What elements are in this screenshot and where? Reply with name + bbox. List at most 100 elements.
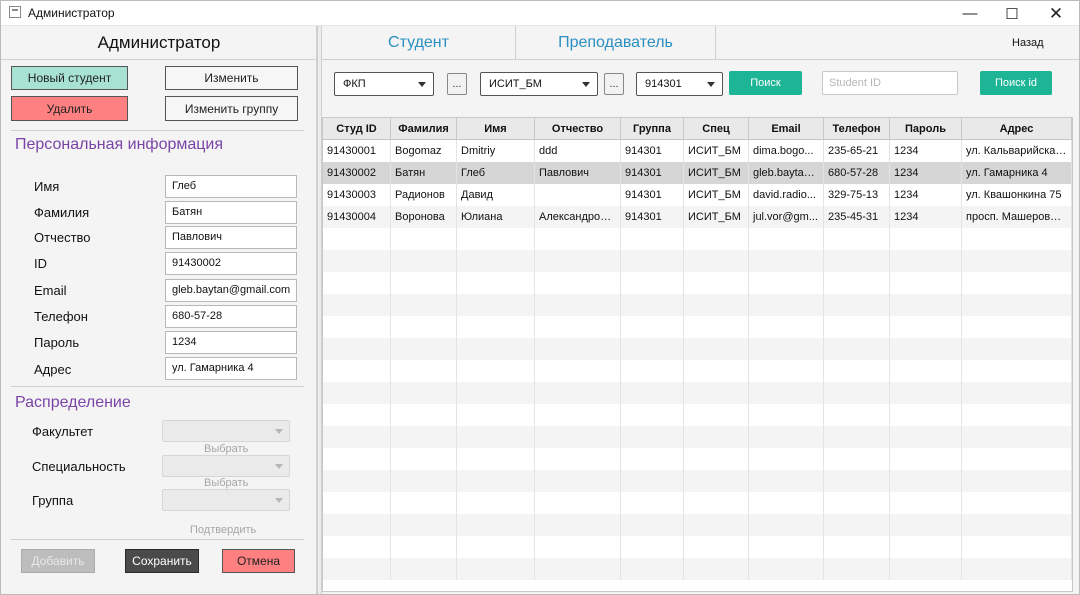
table-cell-last-name: Bogomaz <box>391 140 457 162</box>
chevron-down-icon <box>275 464 283 469</box>
table-cell-stud-id <box>323 294 391 316</box>
table-cell-last-name <box>391 558 457 580</box>
first-name-field[interactable]: Глеб <box>165 175 297 198</box>
search-button[interactable]: Поиск <box>729 71 802 95</box>
column-header-address[interactable]: Адрес <box>962 118 1072 139</box>
student-id-input[interactable]: Student ID <box>822 71 958 95</box>
edit-button[interactable]: Изменить <box>165 66 298 90</box>
column-header-spec[interactable]: Спец <box>684 118 749 139</box>
empty-table-row[interactable] <box>323 448 1072 470</box>
minimize-button[interactable]: — <box>947 1 993 26</box>
back-button[interactable]: Назад <box>1012 37 1044 49</box>
empty-table-row[interactable] <box>323 382 1072 404</box>
column-header-stud-id[interactable]: Студ ID <box>323 118 391 139</box>
table-cell-first-name <box>457 470 535 492</box>
table-cell-spec <box>684 360 749 382</box>
table-cell-patronymic: ddd <box>535 140 621 162</box>
title-bar: Администратор — ☐ ✕ <box>1 1 1079 26</box>
table-row[interactable]: 91430003 Радионов Давид 914301 ИСИТ_БМ david.… <box>323 184 1072 206</box>
empty-table-row[interactable] <box>323 514 1072 536</box>
table-cell-address <box>962 536 1072 558</box>
table-cell-phone <box>824 448 890 470</box>
column-header-patronymic[interactable]: Отчество <box>535 118 621 139</box>
table-cell-patronymic <box>535 338 621 360</box>
table-cell-email <box>749 514 824 536</box>
table-cell-first-name <box>457 360 535 382</box>
column-header-phone[interactable]: Телефон <box>824 118 890 139</box>
table-cell-address <box>962 492 1072 514</box>
faculty-filter-value: ФКП <box>343 78 366 90</box>
table-cell-phone: 235-65-21 <box>824 140 890 162</box>
cancel-button[interactable]: Отмена <box>222 549 295 573</box>
last-name-field[interactable]: Батян <box>165 201 297 224</box>
empty-table-row[interactable] <box>323 250 1072 272</box>
empty-table-row[interactable] <box>323 492 1072 514</box>
table-cell-phone <box>824 360 890 382</box>
edit-group-button[interactable]: Изменить группу <box>165 96 298 121</box>
group-filter-select[interactable]: 914301 <box>636 72 723 96</box>
save-button[interactable]: Сохранить <box>125 549 199 573</box>
column-header-password[interactable]: Пароль <box>890 118 962 139</box>
empty-table-row[interactable] <box>323 404 1072 426</box>
close-button[interactable]: ✕ <box>1033 1 1079 26</box>
address-field[interactable]: ул. Гамарника 4 <box>165 357 297 380</box>
faculty-label: Факультет <box>32 424 94 439</box>
empty-table-row[interactable] <box>323 426 1072 448</box>
faculty-filter-select[interactable]: ФКП <box>334 72 434 96</box>
password-field[interactable]: 1234 <box>165 331 297 354</box>
delete-button[interactable]: Удалить <box>11 96 128 121</box>
tab-student[interactable]: Студент <box>322 26 516 60</box>
email-field[interactable]: gleb.baytan@gmail.com <box>165 279 297 302</box>
table-cell-last-name <box>391 272 457 294</box>
faculty-select[interactable] <box>162 420 290 442</box>
table-cell-last-name: Радионов <box>391 184 457 206</box>
table-cell-group: 914301 <box>621 206 684 228</box>
group-select[interactable] <box>162 489 290 511</box>
empty-table-row[interactable] <box>323 316 1072 338</box>
table-cell-spec <box>684 272 749 294</box>
specialty-choose-button[interactable]: Выбрать <box>204 477 248 489</box>
table-row[interactable]: 91430004 Воронова Юлиана Александровна 91430… <box>323 206 1072 228</box>
table-cell-email: david.radio... <box>749 184 824 206</box>
empty-table-row[interactable] <box>323 470 1072 492</box>
table-cell-last-name <box>391 536 457 558</box>
table-cell-last-name <box>391 492 457 514</box>
specialty-select[interactable] <box>162 455 290 477</box>
column-header-last-name[interactable]: Фамилия <box>391 118 457 139</box>
table-cell-phone: 235-45-31 <box>824 206 890 228</box>
empty-table-row[interactable] <box>323 272 1072 294</box>
id-field[interactable]: 91430002 <box>165 252 297 275</box>
empty-table-row[interactable] <box>323 338 1072 360</box>
empty-table-row[interactable] <box>323 228 1072 250</box>
column-header-group[interactable]: Группа <box>621 118 684 139</box>
table-cell-phone <box>824 294 890 316</box>
empty-table-row[interactable] <box>323 558 1072 580</box>
column-header-first-name[interactable]: Имя <box>457 118 535 139</box>
patronymic-field[interactable]: Павлович <box>165 226 297 249</box>
maximize-button[interactable]: ☐ <box>989 1 1035 26</box>
confirm-button[interactable]: Подтвердить <box>190 524 256 536</box>
table-cell-email <box>749 492 824 514</box>
new-student-button[interactable]: Новый студент <box>11 66 128 90</box>
table-cell-first-name <box>457 514 535 536</box>
tab-teacher[interactable]: Преподаватель <box>516 26 716 60</box>
column-header-email[interactable]: Email <box>749 118 824 139</box>
faculty-more-button[interactable]: ... <box>447 73 467 95</box>
table-cell-address <box>962 228 1072 250</box>
table-cell-email <box>749 382 824 404</box>
chevron-down-icon <box>582 82 590 87</box>
empty-table-row[interactable] <box>323 360 1072 382</box>
empty-table-row[interactable] <box>323 536 1072 558</box>
empty-table-row[interactable] <box>323 294 1072 316</box>
table-row[interactable]: 91430001 Bogomaz Dmitriy ddd 914301 ИСИТ_БМ di… <box>323 140 1072 162</box>
table-cell-patronymic <box>535 294 621 316</box>
faculty-choose-button[interactable]: Выбрать <box>204 443 248 455</box>
specialty-more-button[interactable]: ... <box>604 73 624 95</box>
table-row[interactable]: 91430002 Батян Глеб Павлович 914301 ИСИТ_БМ gl… <box>323 162 1072 184</box>
specialty-filter-select[interactable]: ИСИТ_БМ <box>480 72 598 96</box>
table-cell-password <box>890 272 962 294</box>
phone-field[interactable]: 680-57-28 <box>165 305 297 328</box>
search-id-button[interactable]: Поиск id <box>980 71 1052 95</box>
table-cell-phone <box>824 272 890 294</box>
add-button[interactable]: Добавить <box>21 549 95 573</box>
